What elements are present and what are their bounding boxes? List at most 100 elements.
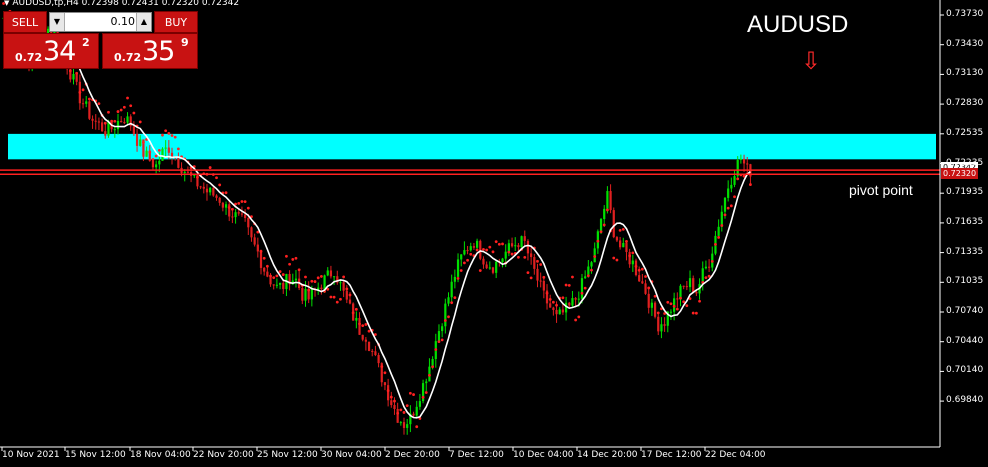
candle-body: [444, 303, 447, 327]
sar-dot: [278, 270, 282, 273]
sar-dot: [710, 259, 714, 263]
sar-dot: [482, 248, 485, 251]
sar-dot: [176, 147, 180, 151]
sar-dot: [81, 88, 85, 92]
price-axis-label: 0.73730: [946, 9, 984, 19]
sar-dot: [367, 329, 371, 333]
buy-price-pips: 35: [142, 36, 175, 67]
buy-price-button[interactable]: 0.72 35 9: [102, 33, 198, 69]
candle-body: [237, 212, 240, 214]
candle-body: [202, 186, 205, 189]
candle-body: [739, 158, 742, 161]
candle-body: [514, 245, 517, 247]
sell-button[interactable]: SELL: [3, 11, 47, 33]
sar-dot: [545, 291, 549, 295]
candle-body: [568, 302, 571, 306]
candle-body: [282, 282, 285, 290]
candle-body: [205, 188, 209, 193]
candle-body: [660, 324, 663, 332]
candle-body: [259, 251, 263, 268]
candle-body: [383, 382, 387, 386]
sar-dot: [717, 236, 721, 239]
sar-dot: [450, 301, 454, 305]
sar-dot: [335, 300, 339, 304]
lot-decrease-icon[interactable]: ▼: [50, 13, 65, 31]
lot-increase-icon[interactable]: ▲: [136, 13, 151, 31]
sell-price-button[interactable]: 0.72 34 2: [3, 33, 99, 69]
sar-dot: [736, 177, 740, 181]
sar-dot: [243, 200, 247, 204]
candle-body: [120, 120, 123, 123]
sar-dot: [167, 131, 171, 135]
collapse-triangle-icon[interactable]: ▼: [4, 0, 9, 7]
buy-button[interactable]: BUY: [154, 11, 198, 33]
sar-dot: [583, 286, 587, 290]
price-axis-label: 0.70740: [946, 306, 984, 316]
sar-dot: [389, 395, 393, 399]
sar-dot: [637, 268, 641, 272]
lot-size-input[interactable]: 0.10: [66, 13, 136, 31]
candle-body: [733, 176, 736, 185]
candle-body: [571, 298, 574, 306]
sar-dot: [291, 258, 295, 261]
candle-body: [177, 157, 180, 168]
candle-body: [523, 236, 526, 241]
price-axis-label: 0.72535: [946, 127, 984, 138]
candle-body: [402, 422, 406, 428]
candle-body: [348, 299, 352, 304]
candle-body: [272, 284, 275, 286]
candle-body: [685, 286, 688, 288]
candle-body: [94, 120, 97, 122]
candle-body: [266, 271, 269, 277]
sar-dot: [345, 287, 349, 291]
sar-dot: [666, 300, 670, 304]
candle-body: [619, 240, 622, 248]
candle-body: [139, 139, 142, 146]
time-axis-label: 14 Dec 20:00: [577, 450, 638, 460]
sar-dot: [116, 110, 120, 113]
sar-dot: [653, 294, 657, 298]
candle-body: [240, 213, 244, 215]
sar-dot: [475, 248, 479, 252]
candle-body: [412, 413, 415, 416]
sar-dot: [386, 389, 390, 393]
sar-dot: [523, 255, 527, 259]
sar-dot: [151, 158, 155, 161]
sar-dot: [599, 230, 603, 234]
sar-dot: [297, 268, 301, 272]
sar-dot: [310, 279, 314, 283]
sar-dot: [580, 291, 584, 295]
candle-body: [371, 350, 374, 352]
candle-body: [332, 276, 336, 278]
sar-dot: [405, 404, 409, 408]
candle-body: [275, 284, 279, 286]
sar-dot: [208, 166, 212, 169]
sar-dot: [647, 286, 651, 290]
sar-dot: [698, 299, 701, 303]
time-axis-label: 2 Dec 20:00: [385, 450, 440, 460]
lot-size-stepper[interactable]: ▼ 0.10 ▲: [49, 12, 152, 32]
candle-body: [561, 309, 565, 313]
sar-dot: [456, 276, 460, 280]
sar-dot: [733, 195, 736, 199]
candle-body: [615, 237, 619, 241]
sar-dot: [215, 176, 218, 180]
candle-body: [244, 214, 247, 218]
sar-dot: [720, 224, 724, 227]
candle-body: [342, 282, 345, 291]
sar-dot: [348, 293, 352, 297]
candle-body: [552, 307, 555, 310]
sar-dot: [103, 121, 107, 125]
sar-dot: [231, 207, 234, 211]
candle-body: [647, 293, 650, 308]
time-axis-label: 18 Nov 04:00: [130, 450, 191, 460]
sar-dot: [383, 371, 387, 375]
price-chart[interactable]: [0, 0, 988, 467]
candle-body: [495, 261, 498, 273]
candle-body: [450, 281, 453, 298]
candle-body: [650, 302, 654, 308]
sar-dot: [196, 175, 199, 179]
sar-dot: [294, 256, 298, 260]
candle-body: [612, 210, 615, 238]
sar-dot: [434, 348, 438, 351]
